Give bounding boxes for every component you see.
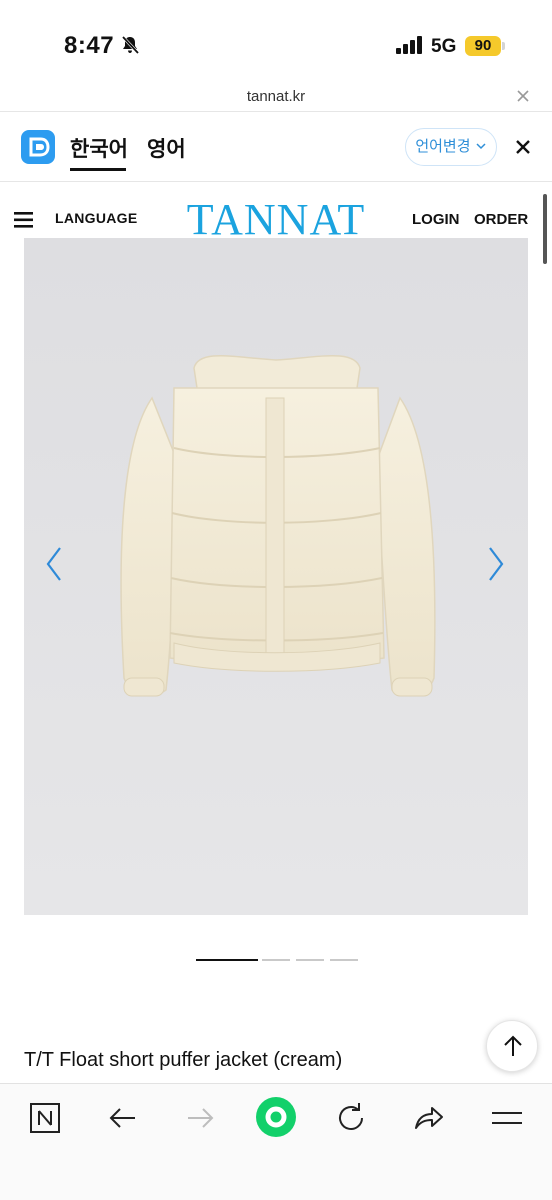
carousel-indicator[interactable] — [296, 959, 324, 961]
battery-tip — [502, 42, 505, 50]
cellular-signal-icon — [396, 36, 424, 59]
scrollbar-thumb[interactable] — [543, 194, 547, 264]
product-image[interactable] — [24, 238, 528, 915]
refresh-icon[interactable] — [336, 1100, 368, 1141]
close-icon[interactable] — [515, 88, 531, 109]
product-title: T/T Float short puffer jacket (cream) — [24, 1049, 343, 1071]
back-arrow-icon[interactable] — [107, 1100, 139, 1141]
active-tab-indicator — [70, 168, 126, 171]
home-circle-icon[interactable] — [255, 1096, 297, 1143]
bell-muted-icon — [120, 35, 140, 60]
nav-order-link[interactable]: ORDER — [474, 211, 528, 228]
chevron-down-icon — [475, 138, 487, 155]
carousel-indicator[interactable] — [196, 959, 258, 961]
share-icon[interactable] — [412, 1100, 446, 1141]
clock-time: 8:47 — [64, 32, 115, 59]
arrow-up-icon — [502, 1034, 524, 1063]
puffer-jacket-illustration — [24, 238, 528, 915]
status-bar: 8:47 5G 90 — [0, 0, 552, 82]
carousel-prev-icon[interactable] — [44, 546, 64, 587]
carousel-indicator[interactable] — [330, 959, 358, 961]
forward-arrow-icon[interactable] — [184, 1100, 216, 1141]
tab-english[interactable]: 영어 — [147, 133, 186, 163]
tab-korean[interactable]: 한국어 — [70, 133, 128, 163]
change-language-button[interactable]: 언어변경 — [405, 128, 497, 166]
carousel-indicators — [196, 959, 358, 962]
scroll-to-top-button[interactable] — [486, 1020, 538, 1072]
carousel-next-icon[interactable] — [486, 546, 506, 587]
nav-login-link[interactable]: LOGIN — [412, 211, 460, 228]
battery-icon: 90 — [465, 36, 501, 56]
translator-logo-icon — [21, 130, 55, 164]
url-text[interactable]: tannat.kr — [0, 88, 552, 105]
url-bar[interactable]: tannat.kr — [0, 82, 552, 112]
menu-icon[interactable] — [490, 1100, 524, 1141]
network-type: 5G — [431, 36, 457, 57]
carousel-indicator[interactable] — [262, 959, 290, 961]
close-translate-icon[interactable] — [513, 137, 533, 162]
naver-icon[interactable] — [29, 1100, 63, 1141]
change-language-label: 언어변경 — [415, 138, 471, 155]
